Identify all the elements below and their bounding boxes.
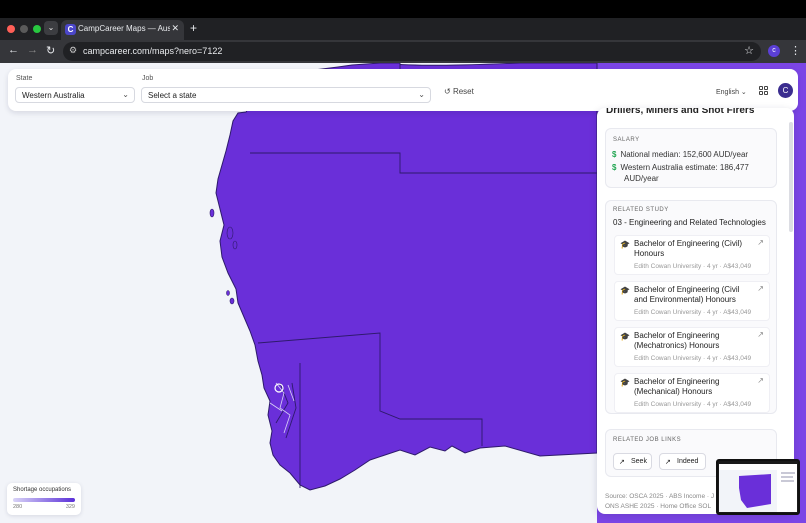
graduation-cap-icon: 🎓 <box>620 286 630 295</box>
dollar-icon: $ <box>612 163 617 172</box>
source-line: Source: OSCA 2025 · ABS Income · J <box>605 493 715 500</box>
study-heading: RELATED STUDY <box>613 207 669 213</box>
course-title: Bachelor of Engineering (Civil and Envir… <box>634 285 740 304</box>
reset-label: Reset <box>452 87 474 96</box>
tab-title: CampCareer Maps — Australia <box>78 24 170 33</box>
map-island[interactable] <box>226 290 230 296</box>
external-link-icon[interactable]: ↗ <box>757 376 764 385</box>
page-viewport: State Western Australia ⌄ Job Select a s… <box>0 63 806 523</box>
bookmark-star-icon[interactable]: ☆ <box>744 44 754 57</box>
external-link-icon[interactable]: ↗ <box>757 330 764 339</box>
tab-search-chevron-icon[interactable]: ⌄ <box>44 21 58 35</box>
minimap[interactable] <box>716 459 800 515</box>
site-settings-icon[interactable]: ⚙ <box>69 45 77 56</box>
forward-arrow-icon[interactable]: → <box>27 44 38 56</box>
reset-icon: ↺ <box>444 87 451 96</box>
course-item[interactable]: 🎓 Bachelor of Engineering (Mechatronics)… <box>614 327 770 367</box>
back-arrow-icon[interactable]: ← <box>8 44 19 56</box>
tab-bar: ⌄ C CampCareer Maps — Australia ✕ + <box>0 18 806 40</box>
source-line: ONS ASHE 2025 · Home Office SOL <box>605 503 712 510</box>
salary-card: SALARY $ National median: 152,600 AUD/yea… <box>605 128 777 188</box>
state-select-value: Western Australia <box>22 91 85 100</box>
user-avatar[interactable]: C <box>778 83 793 98</box>
occupation-panel: Drillers, Miners and Shot Firers SALARY … <box>597 108 794 514</box>
dollar-icon: $ <box>612 150 617 159</box>
browser-tab[interactable]: C CampCareer Maps — Australia ✕ <box>61 20 184 40</box>
legend-gradient <box>13 498 75 502</box>
national-salary-text: National median: 152,600 AUD/year <box>620 150 749 159</box>
legend-title: Shortage occupations <box>13 487 72 493</box>
state-salary: $ Western Australia estimate: 186,477 <box>612 163 772 172</box>
chevron-down-icon: ⌄ <box>418 90 425 99</box>
state-select[interactable]: Western Australia ⌄ <box>15 87 135 103</box>
study-field: 03 - Engineering and Related Technologie… <box>613 218 766 227</box>
window-top-strip <box>0 0 806 18</box>
url-text[interactable]: campcareer.com/maps?nero=7122 <box>83 46 222 56</box>
state-salary-text: Western Australia estimate: 186,477 <box>620 163 749 172</box>
course-meta: Edith Cowan University · 4 yr · A$43,049 <box>634 263 752 270</box>
job-label: Job <box>142 75 154 82</box>
state-label: State <box>16 75 33 82</box>
course-title: Bachelor of Engineering (Mechanical) Hon… <box>634 377 720 396</box>
national-salary: $ National median: 152,600 AUD/year <box>612 150 772 159</box>
maximize-window-button[interactable] <box>33 25 41 33</box>
state-salary-unit: AUD/year <box>624 174 659 183</box>
jobs-heading: RELATED JOB LINKS <box>613 437 682 443</box>
graduation-cap-icon: 🎓 <box>620 240 630 249</box>
external-link-icon: ↗ <box>619 459 625 466</box>
indeed-label: Indeed <box>677 458 699 465</box>
address-bar-row: ← → ↻ ⚙ campcareer.com/maps?nero=7122 ☆ … <box>0 40 806 63</box>
course-item[interactable]: 🎓 Bachelor of Engineering (Civil) Honour… <box>614 235 770 275</box>
job-select[interactable]: Select a state ⌄ <box>141 87 431 103</box>
seek-label: Seek <box>631 458 647 465</box>
panel-title: Drillers, Miners and Shot Firers <box>606 108 755 116</box>
course-meta: Edith Cowan University · 4 yr · A$43,049 <box>634 401 752 408</box>
course-item[interactable]: 🎓 Bachelor of Engineering (Civil and Env… <box>614 281 770 321</box>
browser-profile-avatar[interactable]: c <box>768 45 780 57</box>
graduation-cap-icon: 🎓 <box>620 332 630 341</box>
url-omnibox[interactable]: ⚙ campcareer.com/maps?nero=7122 ☆ <box>63 42 761 61</box>
new-tab-plus-icon[interactable]: + <box>190 21 197 35</box>
map-legend: Shortage occupations 280 329 <box>7 483 81 515</box>
language-value: English <box>716 89 739 96</box>
external-link-icon: ↗ <box>665 459 671 466</box>
chevron-down-icon: ⌄ <box>122 90 129 99</box>
close-window-button[interactable] <box>7 25 15 33</box>
legend-max: 329 <box>65 504 75 510</box>
map-island[interactable] <box>229 297 235 305</box>
apps-grid-icon[interactable] <box>759 86 769 96</box>
reset-button[interactable]: ↺ Reset <box>444 87 474 96</box>
map-island[interactable] <box>232 240 238 250</box>
close-tab-icon[interactable]: ✕ <box>171 23 179 34</box>
indeed-link-button[interactable]: ↗ Indeed <box>659 453 706 470</box>
favicon-icon: C <box>65 24 76 35</box>
source-note: Source: OSCA 2025 · ABS Income · J ONS A… <box>605 492 715 512</box>
minimap-preview <box>719 464 797 512</box>
external-link-icon[interactable]: ↗ <box>757 284 764 293</box>
seek-link-button[interactable]: ↗ Seek <box>613 453 652 470</box>
external-link-icon[interactable]: ↗ <box>757 238 764 247</box>
course-item[interactable]: 🎓 Bachelor of Engineering (Mechanical) H… <box>614 373 770 413</box>
salary-heading: SALARY <box>613 137 640 143</box>
related-study-card: RELATED STUDY 03 - Engineering and Relat… <box>605 200 777 414</box>
minimap-map <box>719 464 797 512</box>
minimize-window-button[interactable] <box>20 25 28 33</box>
legend-min: 280 <box>13 504 23 510</box>
language-select[interactable]: English ⌄ <box>716 88 747 96</box>
panel-scrollbar[interactable] <box>789 122 793 232</box>
course-title: Bachelor of Engineering (Mechatronics) H… <box>634 331 720 350</box>
map-region-western-australia[interactable] <box>215 63 598 491</box>
map-island[interactable] <box>226 226 234 240</box>
job-select-value: Select a state <box>148 91 197 100</box>
reload-icon[interactable]: ↻ <box>46 44 55 57</box>
course-meta: Edith Cowan University · 4 yr · A$43,049 <box>634 355 752 362</box>
graduation-cap-icon: 🎓 <box>620 378 630 387</box>
map-island[interactable] <box>209 208 215 218</box>
course-meta: Edith Cowan University · 4 yr · A$43,049 <box>634 309 752 316</box>
browser-menu-kebab-icon[interactable]: ⋮ <box>790 44 801 57</box>
chevron-down-icon: ⌄ <box>740 89 747 96</box>
course-title: Bachelor of Engineering (Civil) Honours <box>634 239 743 258</box>
filter-bar: State Western Australia ⌄ Job Select a s… <box>8 69 798 111</box>
